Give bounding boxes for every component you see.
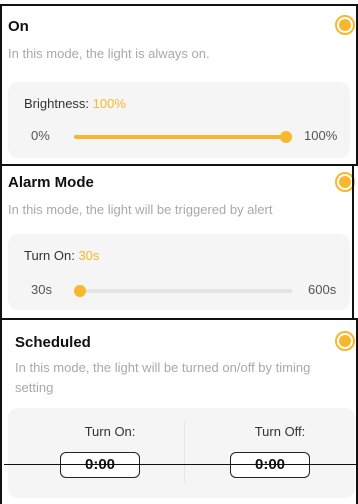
schedule-turn-off-label: Turn Off: [254, 424, 306, 439]
scheduled-mode-title: Scheduled [15, 334, 91, 351]
brightness-max-label: 100% [304, 128, 338, 143]
frame-left-line [0, 4, 2, 504]
alarm-turn-on-row: Turn On: 30s [24, 248, 99, 263]
brightness-min-label: 0% [31, 128, 50, 143]
alarm-max-label: 600s [308, 282, 337, 297]
brightness-label: Brightness: [24, 96, 90, 111]
on-mode-card[interactable]: On In this mode, the light is always on.… [0, 4, 358, 164]
brightness-slider[interactable] [74, 131, 292, 143]
brightness-value: 100% [92, 96, 126, 111]
schedule-divider [184, 422, 185, 482]
brightness-panel: Brightness: 100% 0% 100% [8, 82, 350, 158]
alarm-mode-card[interactable]: Alarm Mode In this mode, the light will … [0, 166, 358, 318]
on-mode-description: In this mode, the light is always on. [8, 46, 210, 61]
frame-divider-2 [0, 318, 358, 320]
alarm-mode-title: Alarm Mode [8, 174, 94, 191]
brightness-row: Brightness: 100% [24, 96, 126, 111]
frame-inner-line [4, 464, 358, 465]
alarm-mode-description: In this mode, the light will be triggere… [8, 202, 273, 217]
frame-divider-1 [0, 164, 358, 166]
schedule-panel: Turn On: 0:00 Turn Off: 0:00 [8, 408, 355, 498]
brightness-slider-fill [74, 135, 286, 139]
alarm-turn-on-value: 30s [78, 248, 100, 263]
alarm-turn-on-panel: Turn On: 30s 30s 600s [8, 234, 350, 310]
alarm-slider-thumb[interactable] [74, 285, 86, 297]
on-mode-title: On [8, 18, 29, 35]
schedule-turn-on-label: Turn On: [84, 424, 136, 439]
schedule-turn-off-time-input[interactable]: 0:00 [230, 452, 310, 478]
alarm-min-label: 30s [31, 282, 52, 297]
brightness-slider-thumb[interactable] [280, 131, 292, 143]
on-mode-radio[interactable] [335, 15, 355, 35]
scheduled-mode-description: In this mode, the light will be turned o… [15, 360, 311, 395]
scheduled-mode-radio[interactable] [335, 331, 355, 351]
alarm-duration-slider[interactable] [74, 285, 292, 297]
schedule-turn-on-time-input[interactable]: 0:00 [60, 452, 140, 478]
frame-right-line-mid [352, 166, 354, 318]
scheduled-mode-card[interactable]: Scheduled In this mode, the light will b… [0, 322, 358, 504]
alarm-turn-on-label: Turn On: [24, 248, 75, 263]
frame-top-line [0, 4, 358, 6]
